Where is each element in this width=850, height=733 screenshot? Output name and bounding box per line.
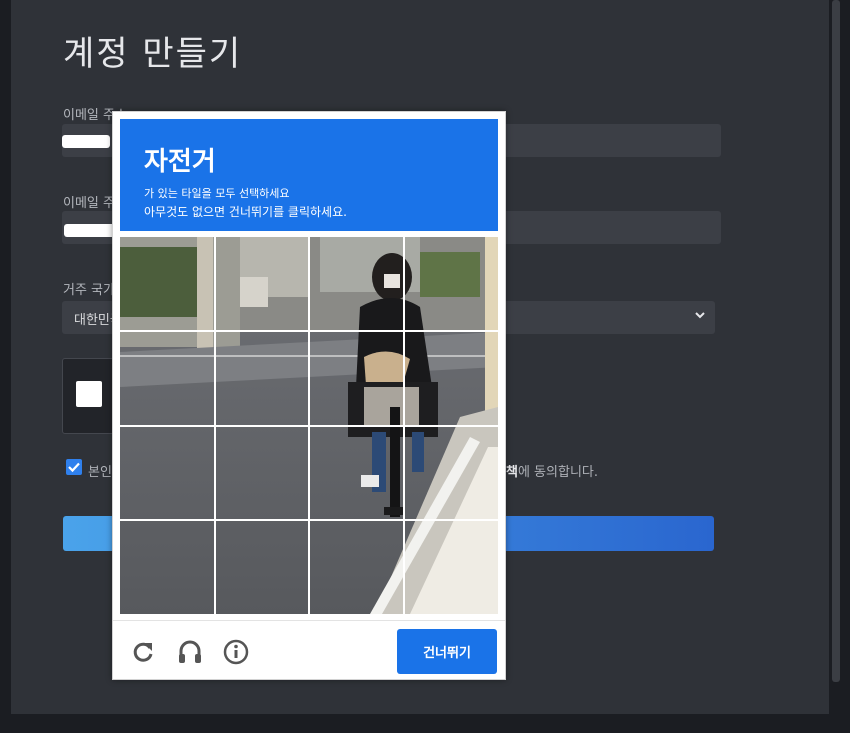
captcha-instruction: 가 있는 타일을 모두 선택하세요 (144, 187, 290, 200)
country-label: 거주 국가 (63, 283, 115, 298)
reload-icon[interactable] (130, 639, 156, 665)
captcha-tile-3[interactable] (309, 237, 404, 331)
captcha-tile-6[interactable] (215, 331, 310, 425)
captcha-tile-16[interactable] (404, 520, 499, 614)
info-icon[interactable] (223, 639, 249, 665)
captcha-tile-4[interactable] (404, 237, 499, 331)
policy-link[interactable]: 책 (506, 465, 518, 480)
agree-text-end: 책에 동의합니다. (506, 461, 598, 480)
agree-suffix: 에 동의합니다. (517, 465, 598, 480)
captcha-tile-2[interactable] (215, 237, 310, 331)
captcha-tile-10[interactable] (215, 426, 310, 520)
check-icon (68, 462, 80, 473)
captcha-tile-14[interactable] (215, 520, 310, 614)
chevron-down-icon (695, 312, 705, 319)
captcha-footer: 건너뛰기 (113, 620, 505, 680)
captcha-tile-8[interactable] (404, 331, 499, 425)
scrollbar-thumb[interactable] (832, 0, 840, 682)
captcha-header: 자전거 가 있는 타일을 모두 선택하세요 아무것도 없으면 건너뛰기를 클릭하… (120, 119, 498, 231)
captcha-tile-13[interactable] (120, 520, 215, 614)
captcha-tile-1[interactable] (120, 237, 215, 331)
agree-text: 본인 (88, 465, 112, 480)
headphones-icon[interactable] (177, 639, 203, 665)
captcha-tile-11[interactable] (309, 426, 404, 520)
captcha-tile-9[interactable] (120, 426, 215, 520)
redacted-value (62, 135, 110, 148)
captcha-challenge: 자전거 가 있는 타일을 모두 선택하세요 아무것도 없으면 건너뛰기를 클릭하… (112, 111, 506, 680)
page-title: 계정 만들기 (63, 34, 243, 74)
captcha-tile-12[interactable] (404, 426, 499, 520)
redacted-value (64, 224, 116, 237)
tile-grid (120, 237, 498, 614)
recaptcha-checkbox[interactable] (76, 381, 102, 407)
captcha-tile-15[interactable] (309, 520, 404, 614)
recaptcha-widget[interactable] (62, 358, 116, 434)
skip-button[interactable]: 건너뛰기 (397, 629, 497, 674)
agree-checkbox[interactable] (66, 459, 82, 475)
captcha-target-word: 자전거 (144, 147, 216, 177)
captcha-tile-7[interactable] (309, 331, 404, 425)
captcha-skip-hint: 아무것도 없으면 건너뛰기를 클릭하세요. (144, 205, 347, 219)
captcha-tile-5[interactable] (120, 331, 215, 425)
